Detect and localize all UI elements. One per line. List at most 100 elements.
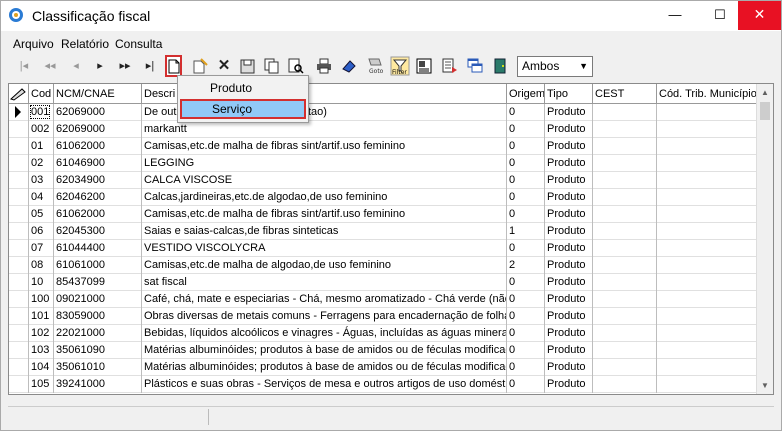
cell-cod-trib-municipio[interactable] [657, 376, 757, 393]
cell-cest[interactable] [593, 155, 657, 172]
menu-relatorio[interactable]: Relatório [61, 37, 109, 51]
cell-cod-trib-municipio[interactable] [657, 325, 757, 342]
cell-cest[interactable] [593, 138, 657, 155]
cell-ncm[interactable]: 62034900 [54, 172, 142, 189]
cell-ncm[interactable]: 35061010 [54, 359, 142, 376]
cell-ncm[interactable]: 62069000 [54, 121, 142, 138]
header-cest[interactable]: CEST [593, 84, 657, 104]
cell-ncm[interactable]: 62069000 [54, 104, 142, 121]
cell-descricao[interactable]: Plásticos e suas obras - Serviços de mes… [142, 376, 507, 393]
cell-cod-trib-municipio[interactable] [657, 240, 757, 257]
cell-descricao[interactable]: sat fiscal [142, 274, 507, 291]
cell-cest[interactable] [593, 274, 657, 291]
cell-origem[interactable]: 0 [507, 121, 545, 138]
cell-tipo[interactable]: Produto [545, 172, 593, 189]
cell-ncm[interactable]: 22021000 [54, 325, 142, 342]
row-indicator[interactable] [9, 104, 29, 121]
table-row[interactable]: 07 61044400 VESTIDO VISCOLYCRA 0 Produto [9, 240, 757, 257]
cell-tipo[interactable]: Produto [545, 291, 593, 308]
header-cod[interactable]: Cod [29, 84, 54, 104]
cell-descricao[interactable]: markantt [142, 121, 507, 138]
cell-cod-trib-municipio[interactable] [657, 308, 757, 325]
cell-tipo[interactable]: Produto [545, 257, 593, 274]
cell-descricao[interactable]: Café, chá, mate e especiarias - Chá, mes… [142, 291, 507, 308]
cell-descricao[interactable]: Matérias albuminóides; produtos à base d… [142, 342, 507, 359]
cell-descricao[interactable]: VESTIDO VISCOLYCRA [142, 240, 507, 257]
cell-cod[interactable]: 105 [29, 376, 54, 393]
row-indicator[interactable] [9, 172, 29, 189]
cell-cod-trib-municipio[interactable] [657, 138, 757, 155]
cell-cod[interactable]: 08 [29, 257, 54, 274]
prev-page-button[interactable]: ◂◂ [41, 56, 59, 76]
table-row[interactable]: 01 61062000 Camisas,etc.de malha de fibras… [9, 138, 757, 155]
cell-cest[interactable] [593, 359, 657, 376]
cell-tipo[interactable]: Produto [545, 359, 593, 376]
next-page-button[interactable]: ▸▸ [116, 56, 134, 76]
cell-origem[interactable]: 2 [507, 257, 545, 274]
table-row[interactable]: 10 85437099 sat fiscal 0 Produto [9, 274, 757, 291]
cell-origem[interactable]: 0 [507, 104, 545, 121]
row-indicator[interactable] [9, 121, 29, 138]
cell-ncm[interactable]: 61062000 [54, 138, 142, 155]
cell-origem[interactable]: 0 [507, 138, 545, 155]
cell-tipo[interactable]: Produto [545, 206, 593, 223]
header-cod-trib-municipio[interactable]: Cód. Trib. Município [657, 84, 757, 104]
cell-cod[interactable]: 001 [29, 104, 54, 121]
cell-descricao[interactable]: Camisas,etc.de malha de algodao,de uso f… [142, 257, 507, 274]
row-indicator[interactable] [9, 376, 29, 393]
menu-arquivo[interactable]: Arquivo [13, 37, 54, 51]
print-button[interactable] [315, 56, 333, 76]
cell-cod-trib-municipio[interactable] [657, 291, 757, 308]
row-indicator[interactable] [9, 240, 29, 257]
row-indicator[interactable] [9, 325, 29, 342]
header-ncm[interactable]: NCM/CNAE [54, 84, 142, 104]
cell-cest[interactable] [593, 104, 657, 121]
scroll-down-arrow-icon[interactable]: ▼ [757, 377, 773, 394]
cell-origem[interactable]: 0 [507, 189, 545, 206]
cell-cest[interactable] [593, 257, 657, 274]
cell-cod[interactable]: 05 [29, 206, 54, 223]
table-row[interactable]: 06 62045300 Saias e saias-calcas,de fibras… [9, 223, 757, 240]
cell-cest[interactable] [593, 172, 657, 189]
cell-cod-trib-municipio[interactable] [657, 189, 757, 206]
cell-origem[interactable]: 0 [507, 155, 545, 172]
row-indicator[interactable] [9, 223, 29, 240]
cell-ncm[interactable]: 61062000 [54, 206, 142, 223]
row-indicator[interactable] [9, 359, 29, 376]
cell-origem[interactable]: 0 [507, 240, 545, 257]
cell-cest[interactable] [593, 308, 657, 325]
export-button[interactable] [441, 56, 459, 76]
cell-origem[interactable]: 0 [507, 359, 545, 376]
table-row[interactable]: 04 62046200 Calcas,jardineiras,etc.de algo… [9, 189, 757, 206]
minimize-button[interactable]: — [653, 1, 697, 30]
table-row[interactable]: 02 61046900 LEGGING 0 Produto [9, 155, 757, 172]
row-indicator[interactable] [9, 257, 29, 274]
scroll-thumb[interactable] [760, 102, 770, 120]
cell-cod-trib-municipio[interactable] [657, 223, 757, 240]
clear-button[interactable] [340, 56, 358, 76]
row-indicator[interactable] [9, 189, 29, 206]
cell-cest[interactable] [593, 291, 657, 308]
cell-ncm[interactable]: 61046900 [54, 155, 142, 172]
cell-tipo[interactable]: Produto [545, 104, 593, 121]
cell-tipo[interactable]: Produto [545, 121, 593, 138]
cell-ncm[interactable]: 09021000 [54, 291, 142, 308]
cell-cod-trib-municipio[interactable] [657, 104, 757, 121]
cell-origem[interactable]: 0 [507, 291, 545, 308]
cell-ncm[interactable]: 61044400 [54, 240, 142, 257]
cell-cest[interactable] [593, 121, 657, 138]
cell-cod[interactable]: 07 [29, 240, 54, 257]
cell-tipo[interactable]: Produto [545, 325, 593, 342]
cell-cod[interactable]: 10 [29, 274, 54, 291]
header-origem[interactable]: Origem [507, 84, 545, 104]
cell-descricao[interactable]: Saias e saias-calcas,de fibras sintetica… [142, 223, 507, 240]
cell-origem[interactable]: 0 [507, 206, 545, 223]
save-record-button[interactable] [239, 56, 257, 76]
windows-button[interactable] [466, 56, 484, 76]
cell-cod[interactable]: 002 [29, 121, 54, 138]
cell-cod-trib-municipio[interactable] [657, 359, 757, 376]
cell-cod-trib-municipio[interactable] [657, 342, 757, 359]
table-row[interactable]: 001 62069000 De out tao) 0 Produto [9, 104, 757, 121]
delete-record-button[interactable]: ✕ [215, 56, 233, 76]
cell-origem[interactable]: 0 [507, 274, 545, 291]
